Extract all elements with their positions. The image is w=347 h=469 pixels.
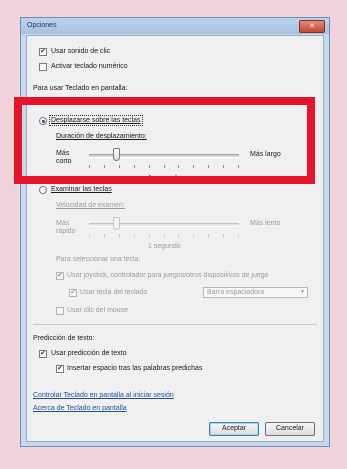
joystick-label: Usar joystick, controlador para juegos/o…: [67, 272, 269, 279]
clic-sound-label: Usar sonido de clic: [51, 48, 111, 55]
check-icon: ✔: [40, 350, 46, 357]
scan-speed-min-label-1: Más: [56, 220, 70, 227]
highlight-box: [14, 97, 315, 184]
accept-button[interactable]: Aceptar: [209, 422, 259, 436]
slider-tick: [164, 234, 165, 237]
keyboard-key-label: Usar tecla del teclado: [80, 289, 148, 296]
slider-tick: [208, 234, 209, 237]
slider-tick: [238, 234, 239, 237]
joystick-checkbox[interactable]: ✔: [56, 272, 64, 280]
clic-sound-checkbox[interactable]: ✔: [39, 48, 47, 56]
slider-tick: [149, 234, 150, 237]
slider-tick: [193, 234, 194, 237]
slider-tick: [223, 234, 224, 237]
chevron-down-icon: ▾: [300, 289, 304, 295]
prediction-heading: Predicción de texto:: [33, 335, 95, 342]
slider-tick: [119, 234, 120, 237]
mouse-click-checkbox[interactable]: [56, 307, 64, 315]
cancel-button[interactable]: Cancelar: [265, 422, 315, 436]
close-button[interactable]: ✕: [299, 20, 325, 33]
close-icon: ✕: [309, 23, 315, 30]
slider-tick: [104, 234, 105, 237]
numeric-keypad-label: Activar teclado numérico: [51, 63, 128, 70]
slider-tick: [178, 234, 179, 237]
mode-section-heading: Para usar Teclado en pantalla:: [33, 85, 128, 92]
select-key-heading: Para seleccionar una tecla:: [56, 256, 141, 263]
scan-speed-min-label-2: rápido: [56, 228, 76, 235]
check-icon: ✔: [57, 272, 63, 279]
insert-space-checkbox[interactable]: ✔: [56, 365, 64, 373]
check-icon: ✔: [70, 289, 76, 296]
insert-space-label: Insertar espacio tras las palabras predi…: [67, 365, 203, 372]
scan-speed-ticks: [89, 234, 239, 237]
mouse-click-label: Usar clic del mouse: [67, 307, 129, 314]
slider-tick: [134, 234, 135, 237]
about-link[interactable]: Acerca de Teclado en pantalla: [33, 405, 127, 412]
scan-keys-label: Examinar las teclas: [51, 186, 112, 193]
numeric-keypad-checkbox[interactable]: [39, 63, 47, 71]
window-title: Opciones: [27, 22, 57, 29]
divider: [33, 324, 317, 325]
scan-speed-slider-track[interactable]: [89, 223, 239, 227]
use-prediction-checkbox[interactable]: ✔: [39, 350, 47, 358]
scan-speed-max-label: Más lento: [250, 220, 281, 227]
control-at-login-link[interactable]: Controlar Teclado en pantalla al iniciar…: [33, 392, 174, 399]
title-bar: Opciones ✕: [21, 18, 329, 34]
scan-speed-label: Velocidad de examen:: [56, 202, 125, 209]
check-icon: ✔: [40, 48, 46, 55]
check-icon: ✔: [57, 365, 63, 372]
keyboard-key-select[interactable]: Barra espaciadora ▾: [203, 287, 308, 298]
scan-speed-value: 1 segundo: [148, 243, 181, 250]
scan-speed-slider-thumb[interactable]: [113, 217, 120, 230]
scan-keys-radio[interactable]: [39, 186, 47, 194]
slider-tick: [89, 234, 90, 237]
keyboard-key-checkbox[interactable]: ✔: [69, 289, 77, 297]
use-prediction-label: Usar predicción de texto: [51, 350, 127, 357]
keyboard-key-select-value: Barra espaciadora: [207, 289, 265, 296]
options-dialog: Opciones ✕ ✔ Usar sonido de clic Activar…: [20, 17, 330, 447]
